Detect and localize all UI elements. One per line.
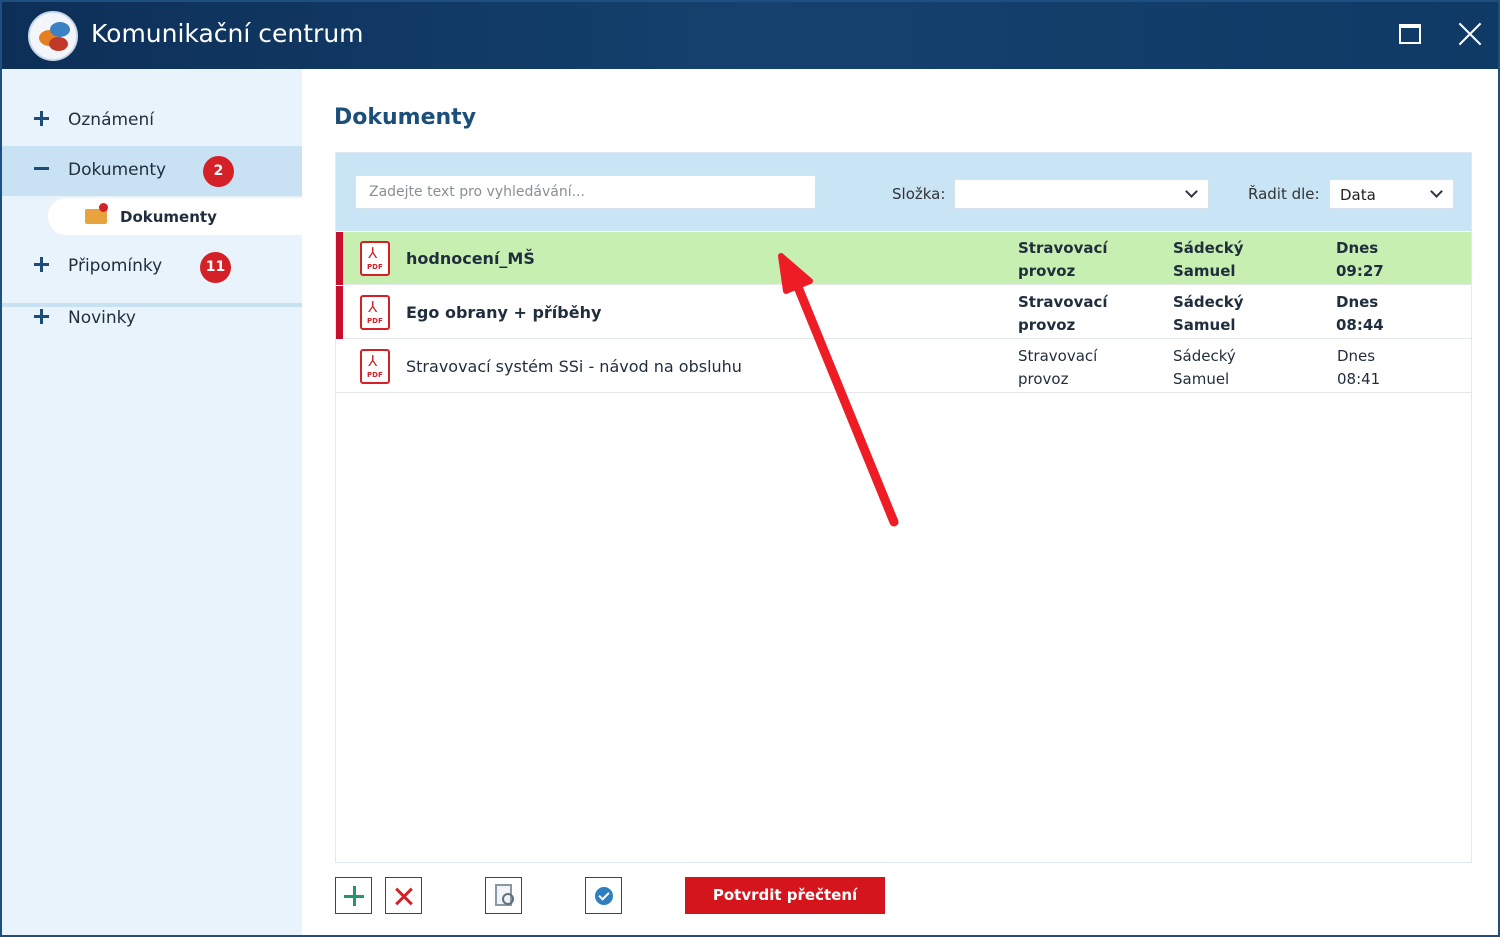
search-input[interactable] bbox=[355, 175, 816, 209]
minus-icon bbox=[32, 159, 52, 179]
sidebar-item-dokumenty[interactable]: Dokumenty 2 bbox=[2, 146, 302, 196]
folder-select[interactable] bbox=[954, 179, 1209, 209]
document-author: Sádecký Samuel bbox=[1173, 347, 1236, 388]
sidebar: Oznámení Dokumenty 2 Dokumenty Připomínk… bbox=[2, 69, 304, 935]
documents-panel: Složka: Řadit dle: Data ⅄PDF hodnocení_M… bbox=[335, 152, 1472, 863]
app-logo-icon bbox=[28, 11, 78, 61]
page-title: Dokumenty bbox=[334, 105, 477, 130]
sort-select[interactable]: Data bbox=[1329, 179, 1454, 209]
maximize-icon bbox=[1399, 24, 1421, 44]
unread-indicator bbox=[336, 286, 343, 339]
sidebar-item-label: Dokumenty bbox=[68, 160, 167, 180]
document-author: Sádecký Samuel bbox=[1173, 293, 1244, 334]
sidebar-item-label: Novinky bbox=[68, 308, 136, 328]
count-badge: 2 bbox=[203, 156, 234, 187]
document-name: Ego obrany + příběhy bbox=[406, 303, 602, 322]
maximize-button[interactable] bbox=[1392, 16, 1428, 52]
plus-icon bbox=[32, 307, 52, 327]
pdf-icon: ⅄ PDF bbox=[360, 295, 390, 330]
document-row[interactable]: ⅄ PDF Stravovací systém SSi - návod na ob… bbox=[336, 340, 1471, 393]
sidebar-item-novinky[interactable]: Novinky bbox=[2, 294, 302, 344]
unread-indicator bbox=[336, 232, 343, 285]
document-name: Stravovací systém SSi - návod na obsluhu bbox=[406, 357, 742, 376]
sidebar-subitem-dokumenty[interactable]: Dokumenty bbox=[48, 198, 304, 235]
document-date: Dnes 08:41 bbox=[1337, 347, 1381, 388]
document-date: Dnes 09:27 bbox=[1336, 239, 1384, 280]
plus-icon bbox=[32, 255, 52, 275]
pdf-icon: ⅄ PDF bbox=[360, 241, 390, 276]
sidebar-item-oznameni[interactable]: Oznámení bbox=[2, 96, 302, 146]
document-row[interactable]: ⅄ PDF hodnocení_MŠ Stravovací provoz Sádec… bbox=[336, 232, 1471, 285]
mark-read-button[interactable] bbox=[585, 877, 622, 914]
sidebar-subitem-label: Dokumenty bbox=[120, 208, 217, 226]
document-name: hodnocení_MŠ bbox=[406, 249, 535, 268]
window-title: Komunikační centrum bbox=[91, 19, 364, 48]
envelope-icon bbox=[85, 203, 108, 224]
title-bar[interactable]: Komunikační centrum bbox=[2, 2, 1498, 69]
delete-button[interactable] bbox=[385, 877, 422, 914]
document-date: Dnes 08:44 bbox=[1336, 293, 1384, 334]
document-folder: Stravovací provoz bbox=[1018, 293, 1108, 334]
count-badge: 11 bbox=[200, 252, 231, 283]
chevron-down-icon bbox=[1430, 185, 1443, 198]
sidebar-item-pripominky[interactable]: Připomínky 11 bbox=[2, 242, 302, 292]
pdf-icon: ⅄ PDF bbox=[360, 349, 390, 384]
document-folder: Stravovací provoz bbox=[1018, 239, 1108, 280]
filter-bar: Složka: Řadit dle: Data bbox=[336, 153, 1471, 231]
sidebar-item-label: Připomínky bbox=[68, 256, 163, 276]
document-author: Sádecký Samuel bbox=[1173, 239, 1244, 280]
preview-button[interactable] bbox=[485, 877, 522, 914]
sidebar-item-label: Oznámení bbox=[68, 110, 155, 130]
chevron-down-icon bbox=[1185, 185, 1198, 198]
plus-icon bbox=[32, 109, 52, 129]
confirm-read-button[interactable]: Potvrdit přečtení bbox=[685, 877, 885, 914]
folder-label: Složka: bbox=[892, 185, 946, 203]
add-button[interactable] bbox=[335, 877, 372, 914]
sort-label: Řadit dle: bbox=[1248, 185, 1320, 203]
close-button[interactable] bbox=[1450, 14, 1490, 54]
document-preview-icon bbox=[495, 884, 514, 906]
app-window: Komunikační centrum Oznámení Dokumenty 2… bbox=[0, 0, 1500, 937]
document-folder: Stravovací provoz bbox=[1018, 347, 1098, 388]
document-row[interactable]: ⅄ PDF Ego obrany + příběhy Stravovací prov… bbox=[336, 286, 1471, 339]
check-icon bbox=[595, 887, 613, 905]
